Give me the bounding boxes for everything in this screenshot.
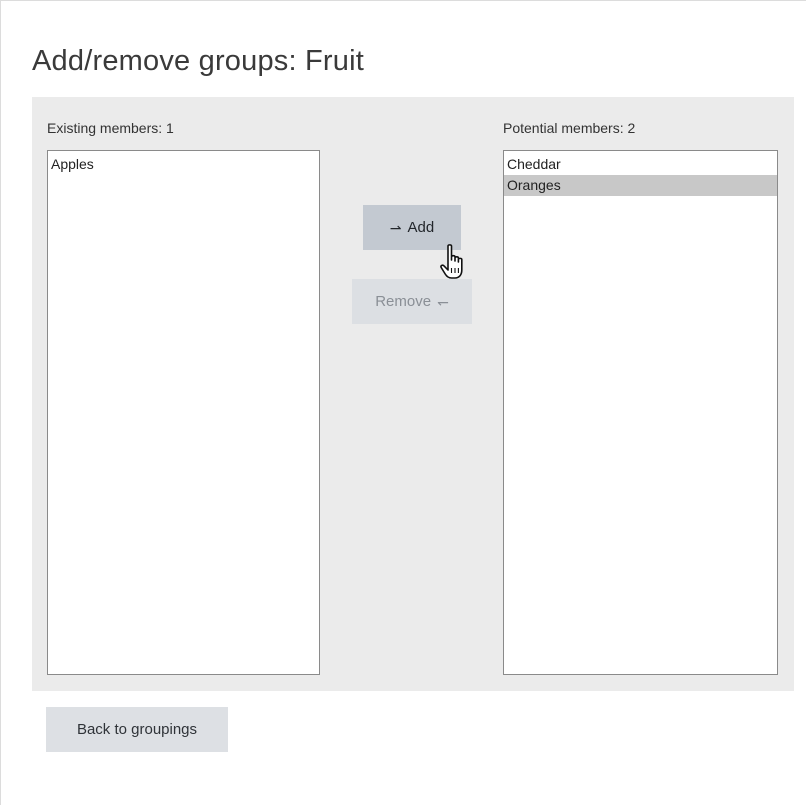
- page-title: Add/remove groups: Fruit: [32, 45, 364, 77]
- members-panel: Existing members: 1 Apples ⇀ Add Remove …: [32, 97, 794, 691]
- remove-button-label: Remove: [375, 293, 432, 310]
- list-item-selected[interactable]: Oranges: [504, 175, 777, 196]
- list-item[interactable]: Apples: [48, 154, 319, 175]
- group-members-page: Add/remove groups: Fruit Existing member…: [0, 0, 806, 805]
- existing-members-label: Existing members: 1: [47, 120, 174, 136]
- arrow-right-icon: ⇀: [389, 219, 402, 236]
- arrow-left-icon: ↽: [437, 293, 449, 310]
- potential-members-label: Potential members: 2: [503, 120, 636, 136]
- existing-members-list[interactable]: Apples: [47, 150, 320, 675]
- remove-button[interactable]: Remove ↽: [352, 279, 472, 324]
- potential-members-list[interactable]: Cheddar Oranges: [503, 150, 778, 675]
- add-button-label: Add: [407, 219, 435, 236]
- back-to-groupings-button[interactable]: Back to groupings: [46, 707, 228, 752]
- add-button[interactable]: ⇀ Add: [363, 205, 461, 250]
- list-item[interactable]: Cheddar: [504, 154, 777, 175]
